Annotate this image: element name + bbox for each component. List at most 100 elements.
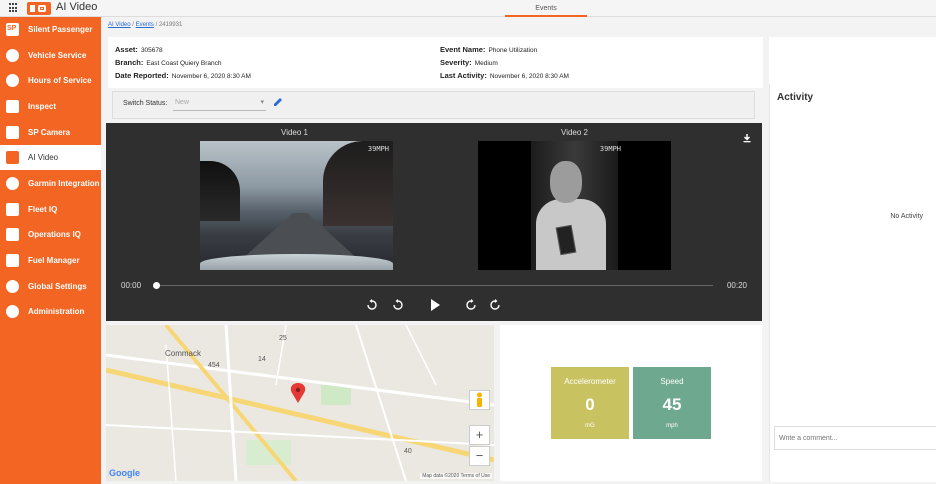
sidebar-item-inspect[interactable]: Inspect <box>0 94 101 119</box>
video-1-trees-left <box>200 161 240 221</box>
map-label-route-40: 40 <box>404 448 412 455</box>
branch-detail: Branch: East Coast Quiery Branch <box>115 58 222 67</box>
sidebar-item-label: Inspect <box>28 102 57 111</box>
breadcrumb-events[interactable]: Events <box>136 22 154 28</box>
sidebar-item-fleet-iq[interactable]: Fleet IQ <box>0 197 101 222</box>
sidebar-item-garmin-integration[interactable]: Garmin Integration <box>0 171 101 196</box>
video-1-title: Video 1 <box>281 128 308 137</box>
administration-icon <box>6 305 19 318</box>
progress-track[interactable] <box>156 285 713 286</box>
video-1-road-footage[interactable]: 39MPH <box>200 141 393 270</box>
sidebar-item-global-settings[interactable]: Global Settings <box>0 274 101 299</box>
play-icon[interactable] <box>429 299 441 311</box>
sidebar-item-vehicle-service[interactable]: Vehicle Service <box>0 43 101 68</box>
rewind-5-icon[interactable] <box>392 299 404 311</box>
video-1-hood <box>200 254 393 270</box>
sidebar-item-fuel-manager[interactable]: Fuel Manager <box>0 248 101 273</box>
video-1-trees-right <box>323 141 393 226</box>
map-attribution[interactable]: Map data ©2020 Terms of Use <box>420 473 492 479</box>
breadcrumb-separator: / <box>132 22 134 28</box>
sidebar-item-label: SP Camera <box>28 128 71 137</box>
sidebar-item-label: AI Video <box>28 153 59 162</box>
accelerometer-tile: Accelerometer 0 mG <box>551 367 629 439</box>
severity-value: Medium <box>474 60 498 67</box>
sidebar-item-label: Global Settings <box>28 282 87 291</box>
time-duration: 00:20 <box>726 281 747 290</box>
forward-5-icon[interactable] <box>465 299 477 311</box>
chevron-down-icon: ▾ <box>260 99 264 106</box>
map-label-route-25: 25 <box>279 335 287 342</box>
speed-unit: mph <box>666 423 678 429</box>
google-logo: Google <box>109 468 140 478</box>
metrics-panel: Accelerometer 0 mG Speed 45 mph <box>500 325 762 481</box>
asset-label: Asset: <box>115 45 138 54</box>
fleet-iq-icon <box>6 203 19 216</box>
sidebar-item-label: Hours of Service <box>28 76 92 85</box>
switch-status-label: Switch Status: <box>123 100 168 107</box>
download-icon[interactable] <box>742 133 752 143</box>
switch-status-value: New <box>175 99 190 106</box>
sidebar-item-operations-iq[interactable]: Operations IQ <box>0 222 101 247</box>
sidebar: Silent Passenger Vehicle Service Hours o… <box>0 17 101 484</box>
sidebar-item-label: Silent Passenger <box>28 25 93 34</box>
activity-panel: Activity No Activity <box>769 84 936 482</box>
vehicle-service-icon <box>6 49 19 62</box>
last-activity-value: November 6, 2020 8:30 AM <box>489 73 569 80</box>
sidebar-item-label: Administration <box>28 307 85 316</box>
gear-icon <box>6 280 19 293</box>
zoom-in-button[interactable]: + <box>469 425 490 445</box>
map-label-commack: Commack <box>165 349 202 358</box>
forward-10-icon[interactable] <box>489 299 501 311</box>
video-2-title: Video 2 <box>561 128 588 137</box>
sidebar-item-administration[interactable]: Administration <box>0 299 101 324</box>
breadcrumb-ai-video[interactable]: AI Video <box>108 22 131 28</box>
asset-value: 305678 <box>140 47 163 54</box>
reported-detail: Date Reported: November 6, 2020 8:30 AM <box>115 71 251 80</box>
pegman-icon[interactable] <box>469 390 490 410</box>
ai-video-icon <box>6 151 19 164</box>
top-bar: AI Video Events <box>0 0 936 17</box>
hours-of-service-icon <box>6 74 19 87</box>
app-grid-icon[interactable] <box>9 3 19 13</box>
breadcrumb-current: 2419931 <box>158 22 183 28</box>
time-current: 00:00 <box>121 281 142 290</box>
ai-video-logo-icon <box>27 2 51 15</box>
comment-input[interactable] <box>774 426 936 450</box>
garmin-icon <box>6 177 19 190</box>
sidebar-item-label: Garmin Integration <box>28 179 100 188</box>
speed-label: Speed <box>660 377 684 386</box>
progress-knob[interactable] <box>153 282 160 289</box>
event-name-label: Event Name: <box>440 45 486 54</box>
switch-status-select[interactable]: New ▾ <box>173 97 266 111</box>
event-name-value: Phone Utilization <box>488 47 538 54</box>
activity-header-spacer <box>769 37 936 84</box>
sp-camera-icon <box>6 126 19 139</box>
operations-iq-icon <box>6 228 19 241</box>
sidebar-item-ai-video[interactable]: AI Video <box>0 145 101 170</box>
sidebar-item-label: Vehicle Service <box>28 51 87 60</box>
branch-label: Branch: <box>115 58 144 67</box>
sidebar-item-silent-passenger[interactable]: Silent Passenger <box>0 17 101 42</box>
app-title: AI Video <box>56 1 98 13</box>
breadcrumb-separator: / <box>155 22 158 28</box>
silent-passenger-icon <box>6 23 19 36</box>
edit-pencil-icon[interactable] <box>273 97 283 107</box>
zoom-out-button[interactable]: − <box>469 446 490 466</box>
event-location-map[interactable]: Commack 454 14 25 40 + − Google Map data… <box>106 325 494 481</box>
sidebar-item-label: Fuel Manager <box>28 256 80 265</box>
tab-events[interactable]: Events <box>505 0 587 17</box>
reported-value: November 6, 2020 8:30 AM <box>171 73 251 80</box>
rewind-10-icon[interactable] <box>366 299 378 311</box>
video-2-driver-footage[interactable]: 39MPH <box>478 141 671 270</box>
sidebar-item-sp-camera[interactable]: SP Camera <box>0 120 101 145</box>
accelerometer-value: 0 <box>585 395 595 414</box>
video-2-driver-head <box>550 161 582 203</box>
sidebar-item-hours-of-service[interactable]: Hours of Service <box>0 68 101 93</box>
video-player: Video 1 Video 2 39MPH 39MPH 00:00 00:20 <box>106 123 762 321</box>
event-name-detail: Event Name: Phone Utilization <box>440 45 537 54</box>
last-activity-label: Last Activity: <box>440 71 487 80</box>
asset-detail: Asset: 305678 <box>115 45 163 54</box>
last-activity-detail: Last Activity: November 6, 2020 8:30 AM <box>440 71 569 80</box>
map-label-route-14: 14 <box>258 356 266 363</box>
speed-tile: Speed 45 mph <box>633 367 711 439</box>
